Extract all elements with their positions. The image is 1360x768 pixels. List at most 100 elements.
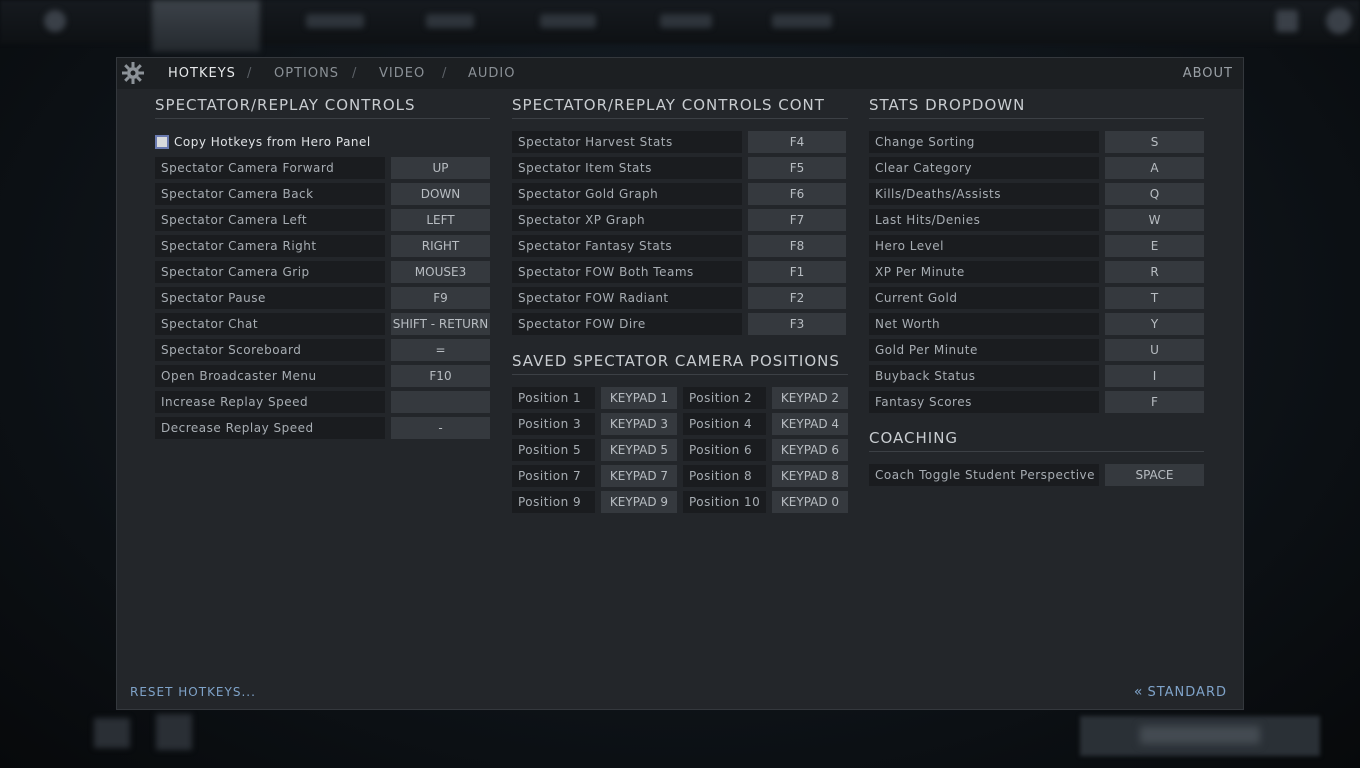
hotkey-binding[interactable] [391, 391, 490, 413]
copy-hotkeys-checkbox[interactable] [155, 135, 169, 149]
background-play-label [1140, 726, 1260, 744]
hotkey-label: Spectator Item Stats [512, 157, 742, 179]
hotkey-label: Fantasy Scores [869, 391, 1099, 413]
background-nav-item [540, 14, 596, 28]
position-binding[interactable]: KEYPAD 3 [601, 413, 677, 435]
copy-hotkeys-option[interactable]: Copy Hotkeys from Hero Panel [155, 131, 490, 153]
hotkey-binding[interactable]: F9 [391, 287, 490, 309]
hotkey-label: Spectator Scoreboard [155, 339, 385, 361]
hotkey-binding[interactable]: MOUSE3 [391, 261, 490, 283]
position-binding[interactable]: KEYPAD 2 [772, 387, 848, 409]
hotkey-label: Current Gold [869, 287, 1099, 309]
gear-icon[interactable] [121, 61, 145, 85]
hotkey-row: Decrease Replay Speed - [155, 417, 490, 439]
hotkey-binding[interactable]: Y [1105, 313, 1204, 335]
hotkey-binding[interactable]: F2 [748, 287, 846, 309]
hotkey-label: Spectator Camera Left [155, 209, 385, 231]
hotkey-label: Gold Per Minute [869, 339, 1099, 361]
position-binding[interactable]: KEYPAD 6 [772, 439, 848, 461]
hotkey-binding[interactable]: F8 [748, 235, 846, 257]
tab-about[interactable]: ABOUT [1183, 66, 1233, 81]
hotkey-binding[interactable]: F5 [748, 157, 846, 179]
standard-button[interactable]: «STANDARD [1134, 684, 1227, 700]
position-label: Position 3 [512, 413, 595, 435]
hotkey-binding[interactable]: S [1105, 131, 1204, 153]
hotkey-label: Spectator Gold Graph [512, 183, 742, 205]
hotkey-binding[interactable]: A [1105, 157, 1204, 179]
tab-video[interactable]: VIDEO [379, 66, 425, 81]
hotkey-binding[interactable]: U [1105, 339, 1204, 361]
tab-audio[interactable]: AUDIO [468, 66, 516, 81]
hotkey-label: Spectator Camera Right [155, 235, 385, 257]
hotkey-binding[interactable]: SHIFT - RETURN [391, 313, 490, 335]
position-binding[interactable]: KEYPAD 7 [601, 465, 677, 487]
position-binding[interactable]: KEYPAD 5 [601, 439, 677, 461]
hotkey-binding[interactable]: - [391, 417, 490, 439]
hotkey-row: Spectator Item Stats F5 [512, 157, 848, 179]
hotkey-binding[interactable]: F7 [748, 209, 846, 231]
hotkey-row: Spectator FOW Dire F3 [512, 313, 848, 335]
hotkey-label: Spectator Camera Grip [155, 261, 385, 283]
position-binding[interactable]: KEYPAD 8 [772, 465, 848, 487]
tab-options[interactable]: OPTIONS [274, 66, 339, 81]
background-nav-item [660, 14, 712, 28]
hotkey-label: Spectator FOW Dire [512, 313, 742, 335]
tab-hotkeys[interactable]: HOTKEYS [168, 66, 236, 81]
position-binding[interactable]: KEYPAD 4 [772, 413, 848, 435]
hotkey-label: Open Broadcaster Menu [155, 365, 385, 387]
background-bottom-item [94, 718, 130, 748]
position-binding[interactable]: KEYPAD 9 [601, 491, 677, 513]
hotkey-binding[interactable]: DOWN [391, 183, 490, 205]
hotkey-binding[interactable]: UP [391, 157, 490, 179]
hotkey-binding[interactable]: RIGHT [391, 235, 490, 257]
camera-position-row: Position 9 KEYPAD 9 Position 10 KEYPAD 0 [512, 491, 848, 513]
hotkey-binding[interactable]: LEFT [391, 209, 490, 231]
hotkey-row: Spectator XP Graph F7 [512, 209, 848, 231]
hotkey-label: Decrease Replay Speed [155, 417, 385, 439]
hotkey-binding[interactable]: F10 [391, 365, 490, 387]
hotkey-binding[interactable]: F [1105, 391, 1204, 413]
hotkey-row: Spectator Pause F9 [155, 287, 490, 309]
hotkey-binding[interactable]: E [1105, 235, 1204, 257]
hotkey-row: Spectator FOW Both Teams F1 [512, 261, 848, 283]
position-label: Position 4 [683, 413, 766, 435]
position-label: Position 5 [512, 439, 595, 461]
tab-separator: / [247, 66, 252, 81]
hotkey-row: Spectator Camera Left LEFT [155, 209, 490, 231]
hotkey-label: Spectator Pause [155, 287, 385, 309]
hotkey-row: Open Broadcaster Menu F10 [155, 365, 490, 387]
spectator-controls-column: SPECTATOR/REPLAY CONTROLS Copy Hotkeys f… [155, 96, 490, 443]
hotkey-row: Spectator Harvest Stats F4 [512, 131, 848, 153]
background-avatar [1326, 8, 1352, 34]
hotkey-binding[interactable]: F6 [748, 183, 846, 205]
hotkey-binding[interactable]: T [1105, 287, 1204, 309]
position-label: Position 9 [512, 491, 595, 513]
position-label: Position 7 [512, 465, 595, 487]
background-bottom-item [156, 714, 192, 750]
hotkey-binding[interactable]: = [391, 339, 490, 361]
hotkey-binding[interactable]: SPACE [1105, 464, 1204, 486]
hotkey-binding[interactable]: F4 [748, 131, 846, 153]
standard-label: STANDARD [1147, 685, 1227, 700]
position-binding[interactable]: KEYPAD 0 [772, 491, 848, 513]
hotkey-label: Net Worth [869, 313, 1099, 335]
background-icon [44, 10, 66, 32]
position-label: Position 8 [683, 465, 766, 487]
section-title: SAVED SPECTATOR CAMERA POSITIONS [512, 352, 848, 375]
double-chevron-left-icon: « [1133, 684, 1144, 700]
hotkey-binding[interactable]: R [1105, 261, 1204, 283]
hotkey-binding[interactable]: F3 [748, 313, 846, 335]
camera-position-row: Position 3 KEYPAD 3 Position 4 KEYPAD 4 [512, 413, 848, 435]
hotkey-row: Kills/Deaths/Assists Q [869, 183, 1204, 205]
hotkey-binding[interactable]: W [1105, 209, 1204, 231]
hotkey-row: Fantasy Scores F [869, 391, 1204, 413]
hotkey-binding[interactable]: I [1105, 365, 1204, 387]
position-binding[interactable]: KEYPAD 1 [601, 387, 677, 409]
reset-hotkeys-button[interactable]: RESET HOTKEYS... [130, 685, 256, 699]
hotkey-label: Spectator FOW Both Teams [512, 261, 742, 283]
hotkey-binding[interactable]: Q [1105, 183, 1204, 205]
tab-bar: HOTKEYS / OPTIONS / VIDEO / AUDIO ABOUT [117, 58, 1243, 89]
position-label: Position 2 [683, 387, 766, 409]
hotkey-label: Spectator XP Graph [512, 209, 742, 231]
hotkey-binding[interactable]: F1 [748, 261, 846, 283]
